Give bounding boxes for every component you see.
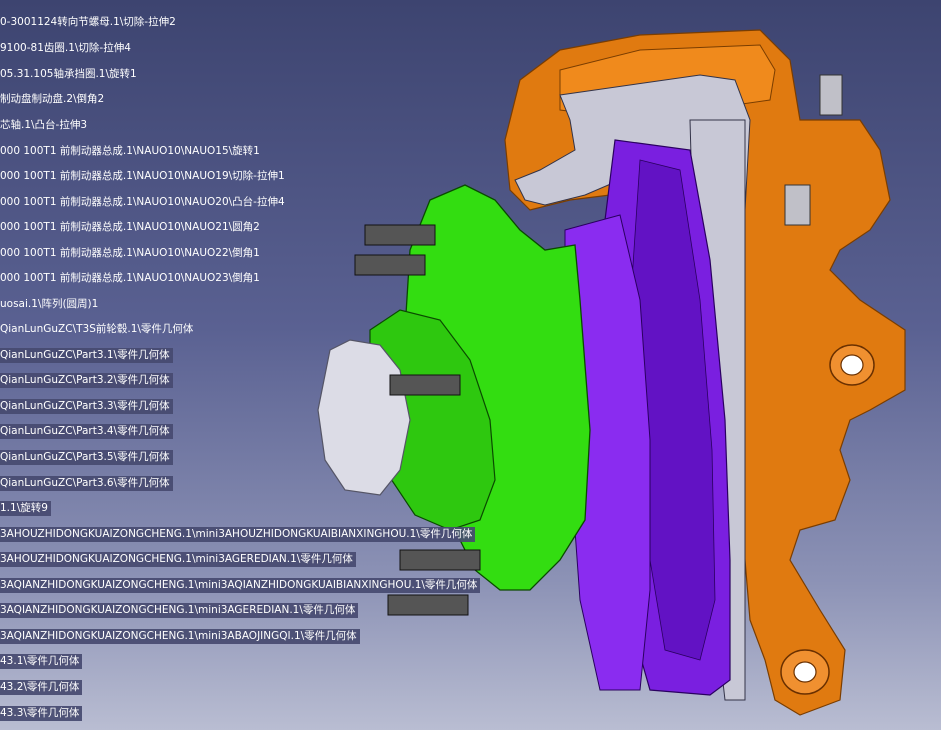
spec-tree-item[interactable]: uosai.1\阵列(圆周)1	[0, 297, 101, 312]
spec-tree-item[interactable]: 3AQIANZHIDONGKUAIZONGCHENG.1\mini3ABAOJI…	[0, 629, 360, 644]
spec-tree-item[interactable]: QianLunGuZC\Part3.2\零件几何体	[0, 373, 173, 388]
spec-tree-item[interactable]: 1.1\旋转9	[0, 501, 51, 516]
spec-tree-item[interactable]: 制动盘制动盘.2\倒角2	[0, 92, 107, 107]
spec-tree-item[interactable]: 9100-81齿圈.1\切除-拉伸4	[0, 41, 134, 56]
spec-tree-item[interactable]: QianLunGuZC\T3S前轮毂.1\零件几何体	[0, 322, 196, 337]
spec-tree-item[interactable]: 0-3001124转向节螺母.1\切除-拉伸2	[0, 15, 179, 30]
spec-tree-item[interactable]: 000 100T1 前制动器总成.1\NAUO10\NAUO21\圆角2	[0, 220, 263, 235]
spec-tree-item[interactable]: QianLunGuZC\Part3.1\零件几何体	[0, 348, 173, 363]
3d-viewport[interactable]: 0-3001124转向节螺母.1\切除-拉伸2 9100-81齿圈.1\切除-拉…	[0, 0, 941, 730]
spec-tree-item[interactable]: 000 100T1 前制动器总成.1\NAUO10\NAUO19\切除-拉伸1	[0, 169, 288, 184]
spec-tree-item[interactable]: 43.3\零件几何体	[0, 706, 83, 721]
spec-tree-item[interactable]: QianLunGuZC\Part3.3\零件几何体	[0, 399, 173, 414]
spec-tree-item[interactable]: QianLunGuZC\Part3.6\零件几何体	[0, 476, 173, 491]
spec-tree-item[interactable]: 3AQIANZHIDONGKUAIZONGCHENG.1\mini3AQIANZ…	[0, 578, 481, 593]
spec-tree-item[interactable]: 000 100T1 前制动器总成.1\NAUO10\NAUO15\旋转1	[0, 144, 263, 159]
spec-tree-item[interactable]: 3AHOUZHIDONGKUAIZONGCHENG.1\mini3AHOUZHI…	[0, 527, 476, 542]
spec-tree-item[interactable]: 3AQIANZHIDONGKUAIZONGCHENG.1\mini3AGERED…	[0, 603, 359, 618]
specification-tree-overlay: 0-3001124转向节螺母.1\切除-拉伸2 9100-81齿圈.1\切除-拉…	[0, 0, 941, 730]
spec-tree-item[interactable]: 05.31.105轴承挡圈.1\旋转1	[0, 67, 140, 82]
spec-tree-item[interactable]: 000 100T1 前制动器总成.1\NAUO10\NAUO23\倒角1	[0, 271, 263, 286]
spec-tree-item[interactable]: 3AHOUZHIDONGKUAIZONGCHENG.1\mini3AGEREDI…	[0, 552, 356, 567]
spec-tree-item[interactable]: 芯轴.1\凸台-拉伸3	[0, 118, 90, 133]
spec-tree-item[interactable]: 000 100T1 前制动器总成.1\NAUO10\NAUO22\倒角1	[0, 246, 263, 261]
spec-tree-item[interactable]: 43.2\零件几何体	[0, 680, 83, 695]
spec-tree-item[interactable]: 43.1\零件几何体	[0, 654, 83, 669]
spec-tree-item[interactable]: 000 100T1 前制动器总成.1\NAUO10\NAUO20\凸台-拉伸4	[0, 195, 288, 210]
spec-tree-item[interactable]: QianLunGuZC\Part3.4\零件几何体	[0, 424, 173, 439]
spec-tree-item[interactable]: QianLunGuZC\Part3.5\零件几何体	[0, 450, 173, 465]
